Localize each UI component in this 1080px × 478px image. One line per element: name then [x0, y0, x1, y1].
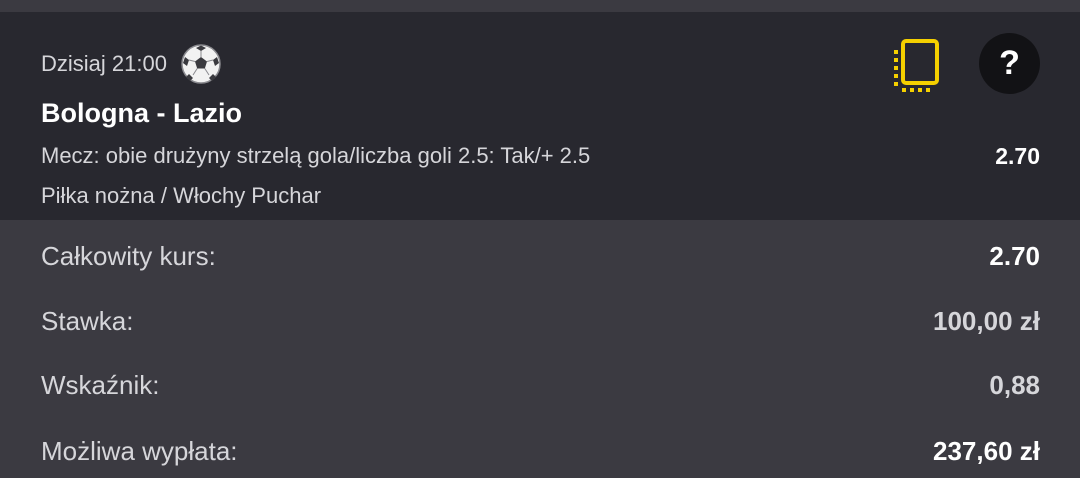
- match-name: Bologna - Lazio: [41, 98, 242, 128]
- sport-category: Piłka nożna / Włochy Puchar: [41, 183, 322, 208]
- indicator-row: Wskaźnik: 0,88: [0, 370, 1080, 410]
- bet-card: Dzisiaj 21:00 ? Bologna - Lazio Mecz: ob…: [0, 12, 1080, 220]
- indicator-label: Wskaźnik:: [41, 370, 160, 400]
- event-time: Dzisiaj 21:00: [41, 51, 167, 76]
- payout-value: 237,60 zł: [933, 436, 1040, 466]
- stake-row: Stawka: 100,00 zł: [0, 306, 1080, 346]
- stake-label: Stawka:: [41, 306, 134, 336]
- market-description: Mecz: obie drużyny strzelą gola/liczba g…: [41, 143, 591, 168]
- market-odds: 2.70: [995, 143, 1040, 169]
- indicator-value: 0,88: [989, 370, 1040, 400]
- top-strip: [0, 0, 1080, 12]
- payout-label: Możliwa wypłata:: [41, 436, 238, 466]
- soccer-ball-icon: [181, 44, 221, 84]
- payout-row: Możliwa wypłata: 237,60 zł: [0, 436, 1080, 476]
- stake-value: 100,00 zł: [933, 306, 1040, 336]
- help-button[interactable]: ?: [979, 33, 1040, 94]
- total-odds-value: 2.70: [989, 241, 1040, 271]
- total-odds-row: Całkowity kurs: 2.70: [0, 241, 1080, 281]
- time-row: Dzisiaj 21:00: [41, 42, 223, 86]
- total-odds-label: Całkowity kurs:: [41, 241, 216, 271]
- document-icon[interactable]: [889, 38, 941, 94]
